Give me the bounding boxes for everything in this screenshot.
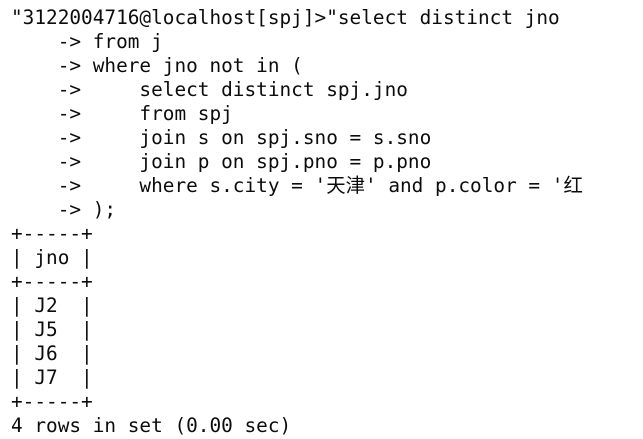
prompt-line: "3122004716@localhost[spj]>"select disti…	[11, 6, 560, 29]
table-row: | J6 |	[11, 342, 93, 365]
table-row: | J5 |	[11, 318, 93, 341]
result-summary: 4 rows in set (0.00 sec)	[11, 414, 292, 437]
continuation-line: -> from j	[11, 30, 163, 53]
table-border: +-----+	[11, 270, 93, 293]
continuation-line: -> join p on spj.pno = p.pno	[11, 150, 432, 173]
terminal-window[interactable]: "3122004716@localhost[spj]>"select disti…	[0, 0, 643, 439]
continuation-line: -> where jno not in (	[11, 54, 303, 77]
terminal-output: "3122004716@localhost[spj]>"select disti…	[11, 6, 583, 438]
table-border: +-----+	[11, 390, 93, 413]
continuation-line: -> );	[11, 198, 117, 221]
continuation-line: -> where s.city = '天津' and p.color = '红	[11, 174, 583, 197]
continuation-line: -> select distinct spj.jno	[11, 78, 408, 101]
table-header: | jno |	[11, 246, 93, 269]
table-row: | J7 |	[11, 366, 93, 389]
table-row: | J2 |	[11, 294, 93, 317]
continuation-line: -> join s on spj.sno = s.sno	[11, 126, 432, 149]
table-border: +-----+	[11, 222, 93, 245]
continuation-line: -> from spj	[11, 102, 233, 125]
